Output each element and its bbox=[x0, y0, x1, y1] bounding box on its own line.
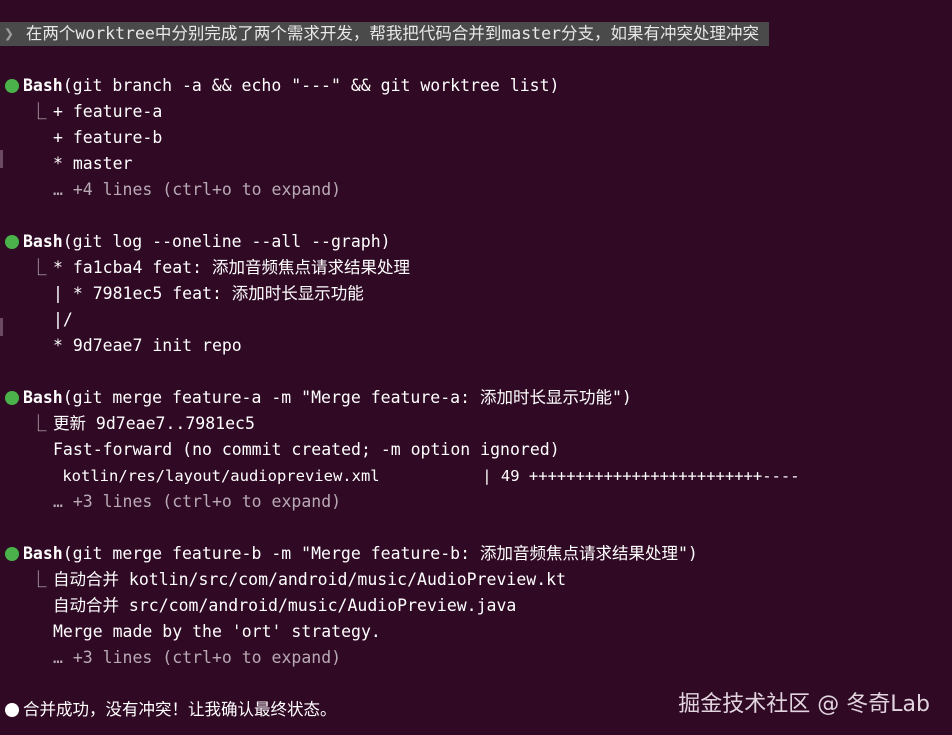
tool-call-header: Bash(git log --oneline --all --graph) bbox=[23, 229, 391, 255]
output-line: Merge made by the 'ort' strategy. bbox=[53, 622, 381, 641]
success-status-icon bbox=[5, 391, 19, 405]
output-line: Fast-forward (no commit created; -m opti… bbox=[53, 440, 560, 459]
watermark: 掘金技术社区 @ 冬奇Lab bbox=[678, 692, 930, 717]
output-corner-icon: ⎿ bbox=[30, 102, 47, 121]
scroll-edge-marker bbox=[0, 318, 3, 336]
tool-command: (git branch -a && echo "---" && git work… bbox=[62, 76, 560, 95]
tool-call-header: Bash(git merge feature-a -m "Merge featu… bbox=[23, 385, 632, 411]
terminal-window[interactable]: ❯ 在两个worktree中分别完成了两个需求开发，帮我把代码合并到master… bbox=[0, 0, 952, 735]
prompt-text: 在两个worktree中分别完成了两个需求开发，帮我把代码合并到master分支… bbox=[15, 24, 759, 43]
tool-name: Bash bbox=[23, 232, 63, 251]
output-line: 自动合并 src/com/android/music/AudioPreview.… bbox=[53, 596, 517, 615]
tool-name: Bash bbox=[23, 388, 63, 407]
tool-call-header: Bash(git branch -a && echo "---" && git … bbox=[23, 73, 559, 99]
user-prompt: ❯ 在两个worktree中分别完成了两个需求开发，帮我把代码合并到master… bbox=[0, 22, 769, 46]
tool-call-header: Bash(git merge feature-b -m "Merge featu… bbox=[23, 541, 698, 567]
success-status-icon bbox=[5, 547, 19, 561]
success-status-icon bbox=[5, 79, 19, 93]
output-line: |/ bbox=[53, 310, 73, 329]
output-line: kotlin/res/layout/audiopreview.xml | 49 … bbox=[53, 467, 800, 485]
expand-hint[interactable]: … +4 lines (ctrl+o to expand) bbox=[53, 177, 341, 203]
message-bullet-icon bbox=[5, 703, 19, 717]
output-line: | * 7981ec5 feat: 添加时长显示功能 bbox=[53, 284, 364, 303]
output-line: * master bbox=[53, 154, 133, 173]
output-corner-icon: ⎿ bbox=[30, 570, 47, 589]
tool-name: Bash bbox=[23, 544, 63, 563]
output-corner-icon: ⎿ bbox=[30, 414, 47, 433]
prompt-chevron-icon: ❯ bbox=[4, 24, 14, 43]
output-line: * fa1cba4 feat: 添加音频焦点请求结果处理 bbox=[53, 258, 410, 277]
success-status-icon bbox=[5, 235, 19, 249]
output-line: * 9d7eae7 init repo bbox=[53, 336, 242, 355]
output-corner-icon: ⎿ bbox=[30, 258, 47, 277]
assistant-message: 合并成功，没有冲突！让我确认最终状态。 bbox=[23, 700, 337, 719]
tool-name: Bash bbox=[23, 76, 63, 95]
expand-hint[interactable]: … +3 lines (ctrl+o to expand) bbox=[53, 489, 341, 515]
expand-hint[interactable]: … +3 lines (ctrl+o to expand) bbox=[53, 645, 341, 671]
output-line: 自动合并 kotlin/src/com/android/music/AudioP… bbox=[53, 570, 567, 589]
tool-command: (git log --oneline --all --graph) bbox=[62, 232, 391, 251]
tool-command: (git merge feature-a -m "Merge feature-a… bbox=[62, 388, 632, 407]
scroll-edge-marker bbox=[0, 150, 3, 168]
output-line: 更新 9d7eae7..7981ec5 bbox=[53, 414, 255, 433]
output-line: + feature-b bbox=[53, 128, 163, 147]
tool-command: (git merge feature-b -m "Merge feature-b… bbox=[62, 544, 698, 563]
output-line: + feature-a bbox=[53, 102, 163, 121]
